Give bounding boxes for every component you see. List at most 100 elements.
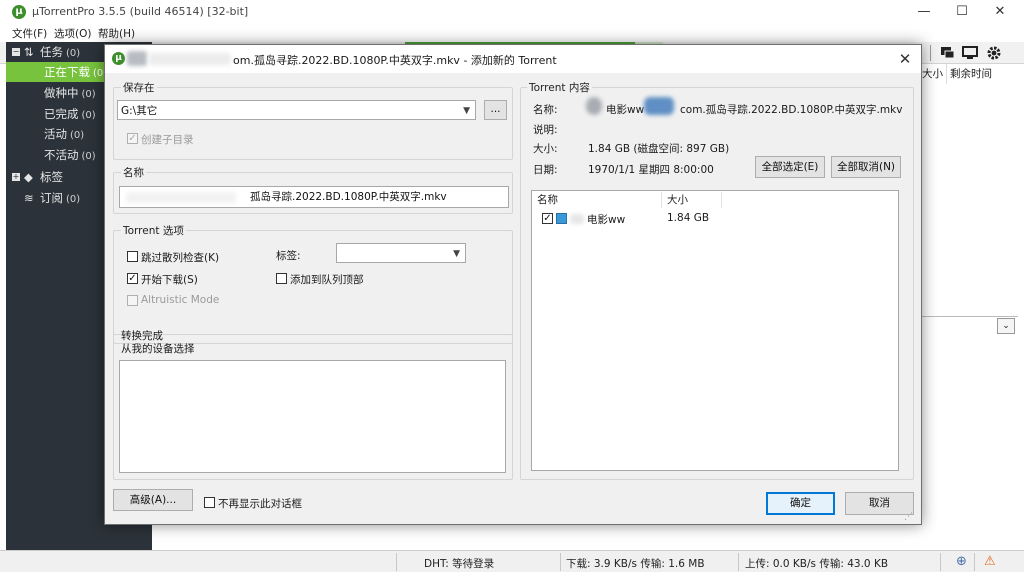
gear-icon[interactable] bbox=[985, 45, 1003, 61]
dont-show-checkbox[interactable] bbox=[204, 497, 215, 508]
add-top-queue-label: 添加到队列顶部 bbox=[290, 274, 364, 286]
altruistic-label: Altruistic Mode bbox=[141, 294, 220, 306]
utorrent-logo-icon: µ bbox=[12, 5, 26, 19]
redacted-region bbox=[127, 51, 147, 66]
save-path-dropdown[interactable]: G:\其它 ▼ bbox=[117, 100, 476, 120]
torrent-options-label: Torrent 选项 bbox=[121, 223, 186, 238]
sidebar-item-label: 做种中 bbox=[44, 86, 79, 100]
name-field[interactable]: 孤岛寻踪.2022.BD.1080P.中英双字.mkv bbox=[119, 186, 509, 208]
tag-label: 标签: bbox=[276, 250, 301, 262]
add-torrent-dialog: µ om.孤岛寻踪.2022.BD.1080P.中英双字.mkv - 添加新的 … bbox=[104, 44, 922, 525]
minimize-button[interactable]: — bbox=[906, 0, 942, 24]
meta-size-label: 大小: bbox=[533, 143, 558, 155]
warning-icon[interactable]: ⚠ bbox=[984, 554, 996, 569]
sidebar-item-count: (0) bbox=[81, 151, 96, 162]
sidebar-item-label: 已完成 bbox=[44, 107, 79, 121]
sidebar-item-label: 不活动 bbox=[44, 148, 79, 162]
sidebar-item-label: 标签 bbox=[40, 170, 63, 184]
deselect-all-button[interactable]: 全部取消(N) bbox=[831, 156, 901, 178]
sidebar-item-label: 正在下载 bbox=[44, 65, 90, 79]
dialog-close-button[interactable]: ✕ bbox=[895, 49, 915, 69]
status-upload: 上传: 0.0 KB/s 传输: 43.0 KB bbox=[745, 558, 889, 570]
dialog-titlebar: µ om.孤岛寻踪.2022.BD.1080P.中英双字.mkv - 添加新的 … bbox=[105, 45, 921, 73]
ok-button[interactable]: 确定 bbox=[766, 492, 835, 515]
redacted-region bbox=[586, 97, 602, 115]
save-in-label: 保存在 bbox=[121, 80, 157, 95]
add-top-queue-checkbox[interactable] bbox=[276, 273, 287, 284]
file-column-size[interactable]: 大小 bbox=[662, 192, 722, 208]
save-path-value: G:\其它 bbox=[121, 105, 158, 117]
file-column-name[interactable]: 名称 bbox=[532, 192, 662, 208]
browse-button[interactable]: ... bbox=[484, 100, 507, 120]
expand-icon[interactable]: + bbox=[12, 173, 20, 181]
file-checkbox[interactable]: ✓ bbox=[542, 213, 553, 224]
status-dht: DHT: 等待登录 bbox=[424, 558, 495, 570]
meta-date-label: 日期: bbox=[533, 164, 558, 176]
tag-icon: ◆ bbox=[24, 170, 33, 184]
rss-icon: ≋ bbox=[24, 191, 34, 205]
file-icon bbox=[556, 213, 567, 224]
start-download-checkbox[interactable]: ✓ bbox=[127, 273, 138, 284]
sidebar-item-label: 订阅 bbox=[40, 191, 63, 205]
sidebar-item-count: (0) bbox=[70, 130, 85, 141]
menu-bar: 文件(F) 选项(O) 帮助(H) bbox=[0, 24, 1024, 42]
dialog-title: om.孤岛寻踪.2022.BD.1080P.中英双字.mkv - 添加新的 To… bbox=[233, 54, 557, 67]
convert-select-label: 从我的设备选择 bbox=[121, 343, 195, 355]
meta-date-value: 1970/1/1 星期四 8:00:00 bbox=[588, 164, 714, 176]
status-download: 下载: 3.9 KB/s 传输: 1.6 MB bbox=[566, 558, 705, 570]
dont-show-label: 不再显示此对话框 bbox=[218, 498, 302, 510]
menu-help[interactable]: 帮助(H) bbox=[98, 26, 135, 41]
select-all-button[interactable]: 全部选定(E) bbox=[755, 156, 825, 178]
advanced-button[interactable]: 高级(A)... bbox=[113, 489, 193, 511]
globe-icon[interactable]: ⊕ bbox=[956, 554, 967, 569]
torrent-content-label: Torrent 内容 bbox=[527, 80, 592, 95]
column-header-remaining[interactable]: 剩余时间 bbox=[946, 64, 1018, 84]
toolbar-separator bbox=[930, 45, 931, 61]
sidebar-item-count: (0) bbox=[81, 89, 96, 100]
file-list[interactable]: 名称 大小 ✓ 电影ww 1.84 GB bbox=[531, 190, 899, 471]
skip-hash-checkbox[interactable] bbox=[127, 251, 138, 262]
chevron-down-icon: ▼ bbox=[453, 249, 460, 259]
column-header-size[interactable]: 大小 bbox=[918, 64, 946, 84]
redacted-region bbox=[570, 214, 584, 224]
utorrent-logo-icon: µ bbox=[112, 52, 125, 65]
name-value: 孤岛寻踪.2022.BD.1080P.中英双字.mkv bbox=[250, 191, 447, 203]
status-bar: DHT: 等待登录 下载: 3.9 KB/s 传输: 1.6 MB 上传: 0.… bbox=[0, 550, 1024, 572]
menu-options[interactable]: 选项(O) bbox=[54, 26, 91, 41]
menu-file[interactable]: 文件(F) bbox=[12, 26, 47, 41]
resize-grip-icon[interactable]: ⋰ bbox=[904, 512, 914, 522]
close-button[interactable]: ✕ bbox=[982, 0, 1018, 24]
redacted-region bbox=[149, 53, 231, 65]
tag-dropdown[interactable]: ▼ bbox=[336, 243, 466, 263]
up-down-arrows-icon: ⇅ bbox=[24, 45, 34, 59]
sidebar-item-label: 活动 bbox=[44, 127, 67, 141]
file-row[interactable]: ✓ 电影ww 1.84 GB bbox=[532, 210, 898, 228]
skip-hash-label: 跳过散列检查(K) bbox=[141, 252, 220, 264]
meta-name-part-b: com.孤岛寻踪.2022.BD.1080P.中英双字.mkv bbox=[680, 104, 903, 116]
app-titlebar: µ µTorrentPro 3.5.5 (build 46514) [32-bi… bbox=[0, 0, 1024, 24]
maximize-button[interactable]: ☐ bbox=[944, 0, 980, 24]
meta-name-label: 名称: bbox=[533, 104, 558, 116]
sidebar-item-count: (0) bbox=[66, 194, 81, 205]
chevron-down-icon[interactable]: ⌄ bbox=[997, 318, 1015, 334]
sidebar-item-count: (0) bbox=[81, 110, 96, 121]
device-list[interactable] bbox=[119, 360, 506, 473]
sidebar-item-label: 任务 bbox=[40, 45, 63, 59]
name-label: 名称 bbox=[121, 165, 146, 180]
redacted-region bbox=[126, 192, 236, 203]
start-download-label: 开始下载(S) bbox=[141, 274, 198, 286]
altruistic-checkbox[interactable] bbox=[127, 295, 138, 306]
collapse-icon[interactable]: − bbox=[12, 48, 20, 56]
file-name: 电影ww bbox=[587, 214, 626, 226]
meta-size-value: 1.84 GB (磁盘空间: 897 GB) bbox=[588, 143, 730, 155]
sidebar-item-count: (0) bbox=[66, 48, 81, 59]
meta-desc-label: 说明: bbox=[533, 124, 558, 136]
app-title: µTorrentPro 3.5.5 (build 46514) [32-bit] bbox=[32, 5, 249, 18]
meta-name-part-a: 电影ww bbox=[606, 104, 645, 116]
save-in-group bbox=[113, 87, 513, 160]
chat-icon[interactable] bbox=[938, 45, 956, 61]
redacted-region bbox=[644, 97, 674, 115]
create-subdir-label: 创建子目录 bbox=[141, 134, 194, 146]
create-subdir-checkbox[interactable]: ✓ bbox=[127, 133, 138, 144]
monitor-icon[interactable] bbox=[961, 45, 979, 61]
